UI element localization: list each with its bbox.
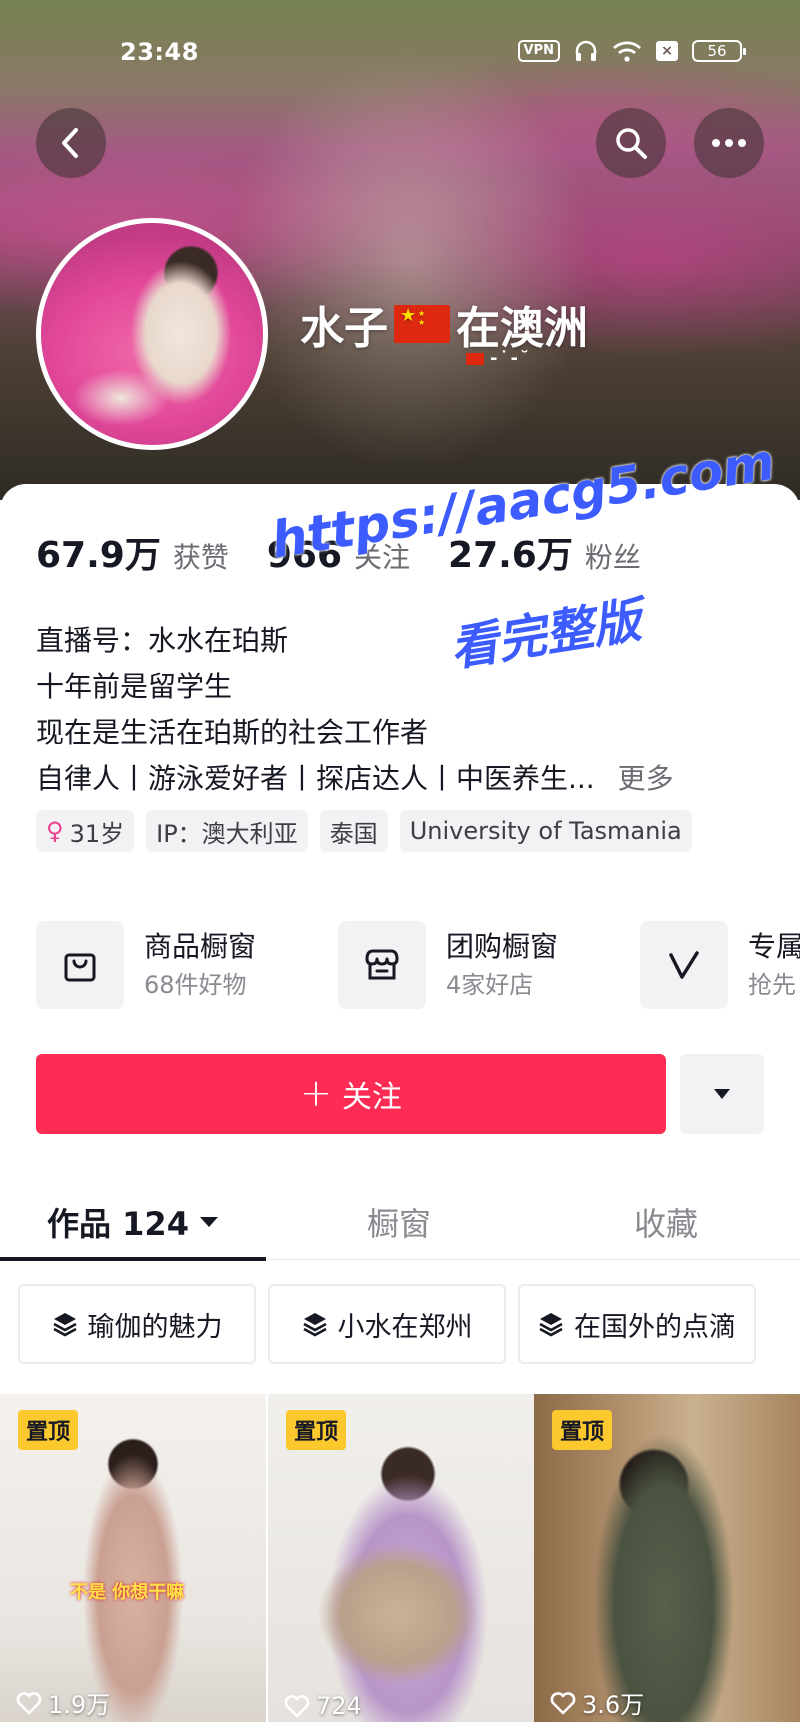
video-grid: 置顶 不是 你想干嘛 1.9万 置顶 724 置顶 3.6万 <box>0 1394 800 1722</box>
video-thumbnail[interactable]: 置顶 724 <box>268 1394 534 1722</box>
collection-label: 在国外的点滴 <box>574 1311 736 1343</box>
follow-button[interactable]: + 关注 <box>36 1054 666 1134</box>
storefront-icon <box>338 921 426 1009</box>
tab-works-label: 作品 124 <box>47 1205 189 1243</box>
status-bar: 23:48 VPN × 56 <box>0 34 800 74</box>
heart-icon <box>284 1695 310 1718</box>
video-likes-count: 1.9万 <box>48 1691 111 1719</box>
tag-age-text: 31岁 <box>69 819 125 848</box>
video-likes: 724 <box>284 1692 362 1720</box>
layers-icon <box>302 1313 327 1337</box>
vpn-icon: VPN <box>517 40 560 62</box>
video-thumbnail[interactable]: 置顶 不是 你想干嘛 1.9万 <box>0 1394 266 1722</box>
pinned-badge: 置顶 <box>286 1410 347 1450</box>
follow-label: 关注 <box>341 1080 402 1115</box>
decoration-marks-icon: -˙-˘ <box>490 348 531 369</box>
tag-country: 泰国 <box>319 810 388 852</box>
collection-label: 小水在郑州 <box>337 1311 473 1343</box>
caret-down-icon <box>714 1089 730 1099</box>
video-likes-count: 3.6万 <box>582 1691 645 1719</box>
chevron-left-icon <box>62 128 78 158</box>
shop-subtitle: 68件好物 <box>144 971 247 999</box>
profile-tabs: 作品 124 橱窗 收藏 <box>0 1184 800 1261</box>
shopping-bag-icon <box>36 921 124 1009</box>
avatar[interactable] <box>36 218 268 450</box>
layers-icon <box>539 1313 563 1337</box>
recommend-dropdown-button[interactable] <box>680 1054 764 1134</box>
stat-likes-value: 67.9万 <box>36 535 161 576</box>
shop-entries: 商品橱窗 68件好物 团购橱窗 4家好店 专属 抢先 <box>36 920 800 1010</box>
shop-title: 商品橱窗 <box>144 930 257 963</box>
collection-label: 瑜伽的魅力 <box>87 1311 223 1343</box>
bio-line-last: 自律人丨游泳爱好者丨探店达人丨中医养生... 更多 <box>36 756 736 802</box>
mini-flag-icon <box>466 352 484 365</box>
search-icon <box>616 128 647 159</box>
video-thumbnail[interactable]: 置顶 3.6万 <box>534 1394 800 1722</box>
video-likes-count: 724 <box>316 1692 362 1720</box>
back-button[interactable] <box>36 108 106 178</box>
collection-chips: 瑜伽的魅力 小水在郑州 在国外的点滴 <box>18 1284 800 1364</box>
pinned-badge: 置顶 <box>18 1410 79 1450</box>
bio-more-link[interactable]: 更多 <box>618 762 674 795</box>
profile-panel: 67.9万 获赞 966 关注 27.6万 粉丝 直播号：水水在珀斯 十年前是留… <box>0 484 800 1722</box>
group-buy-entry[interactable]: 团购橱窗 4家好店 <box>338 920 558 1010</box>
shop-subtitle: 4家好店 <box>446 971 534 999</box>
collection-chip[interactable]: 瑜伽的魅力 <box>18 1284 256 1364</box>
v-badge-icon <box>640 921 728 1009</box>
shop-title: 团购橱窗 <box>446 930 559 963</box>
tag-age: ♀ 31岁 <box>36 810 135 852</box>
plus-icon: + <box>300 1070 332 1115</box>
tab-showcase[interactable]: 橱窗 <box>266 1184 532 1260</box>
shop-title: 专属 <box>748 930 800 963</box>
profile-tags: ♀ 31岁 IP：澳大利亚 泰国 University of Tasmania <box>36 810 692 852</box>
layers-icon <box>52 1313 77 1337</box>
exclusive-entry[interactable]: 专属 抢先 <box>640 920 800 1010</box>
china-flag-icon <box>394 305 450 343</box>
caret-down-icon <box>199 1217 218 1227</box>
heart-icon <box>16 1691 42 1714</box>
female-icon: ♀ <box>46 817 64 845</box>
stat-likes-label: 获赞 <box>172 541 229 574</box>
stat-followers-label: 粉丝 <box>584 541 641 574</box>
tag-ip: IP：澳大利亚 <box>146 810 308 852</box>
headphones-icon <box>575 40 597 61</box>
shop-subtitle: 抢先 <box>748 971 796 999</box>
collection-chip[interactable]: 在国外的点滴 <box>518 1284 756 1364</box>
pinned-badge: 置顶 <box>552 1410 613 1450</box>
tab-works[interactable]: 作品 124 <box>0 1184 266 1261</box>
bio-line: 十年前是留学生 <box>36 670 233 703</box>
product-showcase-entry[interactable]: 商品橱窗 68件好物 <box>36 920 256 1010</box>
tab-favorites[interactable]: 收藏 <box>532 1184 800 1260</box>
profile-name-part-1: 水子 <box>300 303 388 354</box>
search-button[interactable] <box>596 108 666 178</box>
wifi-icon <box>613 41 641 62</box>
name-decoration: -˙-˘ <box>466 348 531 369</box>
status-time: 23:48 <box>120 38 199 66</box>
more-options-button[interactable] <box>694 108 764 178</box>
video-caption-overlay: 不是 你想干嘛 <box>70 1582 185 1603</box>
heart-icon <box>550 1691 576 1714</box>
tag-school[interactable]: University of Tasmania <box>399 810 692 852</box>
bio-line-text: 自律人丨游泳爱好者丨探店达人丨中医养生... <box>36 762 595 795</box>
battery-icon: 56 <box>692 40 746 62</box>
stat-likes[interactable]: 67.9万 获赞 <box>36 526 229 578</box>
more-dots-icon <box>712 139 746 147</box>
profile-name-part-2: 在澳洲 <box>456 303 588 354</box>
status-icons: VPN × 56 <box>517 40 746 62</box>
profile-name: 水子 在澳洲 <box>300 292 588 356</box>
bio-line: 现在是生活在珀斯的社会工作者 <box>36 716 429 749</box>
no-sim-icon: × <box>656 41 678 61</box>
collection-chip[interactable]: 小水在郑州 <box>268 1284 506 1364</box>
video-likes: 1.9万 <box>16 1685 110 1720</box>
video-likes: 3.6万 <box>550 1685 644 1720</box>
